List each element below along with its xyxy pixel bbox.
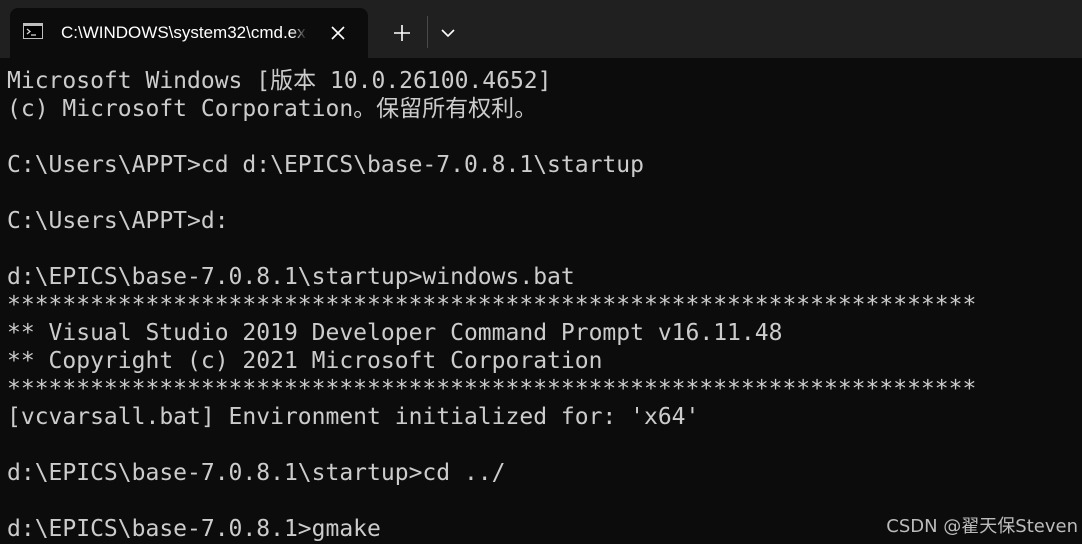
terminal-line: Microsoft Windows [版本 10.0.26100.4652] bbox=[7, 68, 552, 94]
terminal-output[interactable]: Microsoft Windows [版本 10.0.26100.4652] (c… bbox=[7, 67, 1077, 544]
terminal-line: (c) Microsoft Corporation。保留所有权利。 bbox=[7, 96, 538, 122]
terminal-window: C:\WINDOWS\system32\cmd.exe Microsoft Wi… bbox=[0, 0, 1082, 544]
tab-divider bbox=[427, 16, 428, 48]
plus-icon[interactable] bbox=[388, 19, 416, 47]
tab-bar: C:\WINDOWS\system32\cmd.exe bbox=[0, 0, 1082, 58]
cmd-prompt-icon bbox=[23, 23, 43, 39]
terminal-line: d:\EPICS\base-7.0.8.1\startup>cd ../ bbox=[7, 460, 506, 486]
chevron-down-icon[interactable] bbox=[436, 19, 460, 47]
terminal-line: C:\Users\APPT>d: bbox=[7, 208, 229, 234]
watermark: CSDN @翟天保Steven bbox=[886, 516, 1078, 537]
terminal-line: C:\Users\APPT>cd d:\EPICS\base-7.0.8.1\s… bbox=[7, 152, 644, 178]
terminal-line: ****************************************… bbox=[7, 292, 977, 318]
tab-cmd[interactable]: C:\WINDOWS\system32\cmd.exe bbox=[10, 8, 368, 58]
terminal-line: d:\EPICS\base-7.0.8.1\startup>windows.ba… bbox=[7, 264, 575, 290]
terminal-line: ** Copyright (c) 2021 Microsoft Corporat… bbox=[7, 348, 603, 374]
terminal-line: ****************************************… bbox=[7, 376, 977, 402]
terminal-line: ** Visual Studio 2019 Developer Command … bbox=[7, 320, 783, 346]
close-icon[interactable] bbox=[326, 21, 350, 45]
tab-title: C:\WINDOWS\system32\cmd.exe bbox=[61, 23, 307, 42]
terminal-line: [vcvarsall.bat] Environment initialized … bbox=[7, 404, 700, 430]
